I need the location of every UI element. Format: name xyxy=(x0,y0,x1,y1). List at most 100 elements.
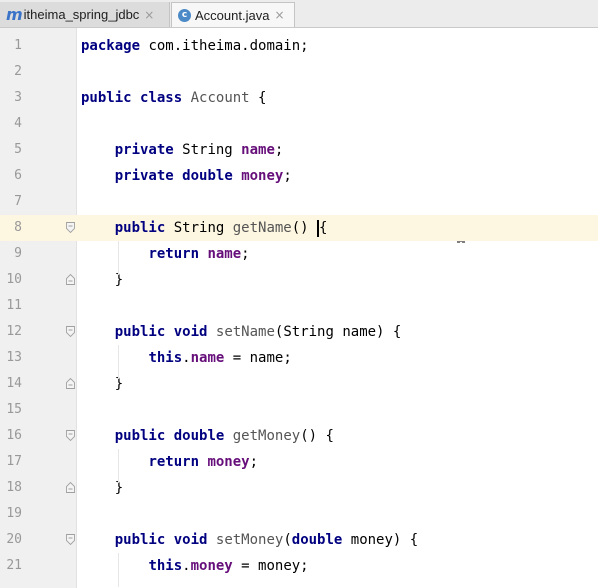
code-token: String xyxy=(165,220,233,236)
code-line[interactable]: 14 } xyxy=(0,371,598,397)
fold-start-icon[interactable] xyxy=(66,326,75,337)
fold-start-icon[interactable] xyxy=(66,534,75,545)
code-line[interactable]: 3 public class Account { xyxy=(0,85,598,111)
code-text[interactable]: public void setMoney(double money) { xyxy=(81,527,418,553)
code-line[interactable]: 20 public void setMoney(double money) { xyxy=(0,527,598,553)
code-line[interactable]: 8 public String getName() { xyxy=(0,215,598,241)
line-number: 11 xyxy=(6,298,22,313)
code-token: () { xyxy=(300,428,334,444)
code-identifier: getName xyxy=(232,220,292,236)
fold-start-icon[interactable] xyxy=(66,222,75,233)
code-line[interactable]: 6 private double money; xyxy=(0,163,598,189)
code-line[interactable]: 1 package com.itheima.domain; xyxy=(0,33,598,59)
code-keyword: void xyxy=(173,532,208,548)
code-field: money xyxy=(207,454,250,470)
code-identifier: Account xyxy=(190,90,250,106)
line-number: 19 xyxy=(6,506,22,521)
fold-end-icon[interactable] xyxy=(66,482,75,493)
code-field: money xyxy=(241,168,284,184)
line-number: 15 xyxy=(6,402,22,417)
close-icon[interactable]: × xyxy=(274,8,284,22)
code-editor[interactable]: 1 package com.itheima.domain; 2 3 public cla… xyxy=(0,28,598,588)
tab-label: Account.java xyxy=(195,7,270,23)
code-line[interactable]: 15 xyxy=(0,397,598,423)
code-text[interactable]: } xyxy=(81,267,123,293)
class-icon: c xyxy=(178,8,191,22)
code-keyword: double xyxy=(291,532,343,548)
line-number: 2 xyxy=(14,64,22,79)
code-text[interactable]: public String getName() { xyxy=(81,215,327,241)
code-line[interactable]: 19 xyxy=(0,501,598,527)
code-keyword: public xyxy=(114,220,166,236)
code-keyword: private xyxy=(114,168,174,184)
code-token: . xyxy=(182,350,191,366)
code-text[interactable]: } xyxy=(81,371,123,397)
tab-label: itheima_spring_jdbc xyxy=(23,7,140,22)
code-line[interactable]: 16 public double getMoney() { xyxy=(0,423,598,449)
code-line[interactable]: 2 xyxy=(0,59,598,85)
code-line[interactable]: 21 this.money = money; xyxy=(0,553,598,579)
code-token: com.itheima.domain; xyxy=(140,38,309,54)
code-line[interactable]: 18 } xyxy=(0,475,598,501)
code-text[interactable]: return money; xyxy=(81,449,258,475)
code-identifier: setName xyxy=(215,324,275,340)
code-line[interactable]: 17 return money; xyxy=(0,449,598,475)
line-number: 12 xyxy=(6,324,22,339)
code-token: ; xyxy=(274,142,284,158)
code-text[interactable]: public double getMoney() { xyxy=(81,423,334,449)
code-keyword: return xyxy=(148,246,200,262)
indent-guide xyxy=(118,553,119,587)
close-icon[interactable]: × xyxy=(144,8,154,22)
code-line[interactable]: 11 xyxy=(0,293,598,319)
code-line[interactable]: 9 return name; xyxy=(0,241,598,267)
line-number: 7 xyxy=(14,194,22,209)
tab-itheima-spring-jdbc[interactable]: m itheima_spring_jdbc × xyxy=(0,2,170,27)
code-text[interactable]: public void setName(String name) { xyxy=(81,319,402,345)
code-text[interactable]: package com.itheima.domain; xyxy=(81,33,309,59)
code-text[interactable]: this.money = money; xyxy=(81,553,308,579)
code-line[interactable]: 12 public void setName(String name) { xyxy=(0,319,598,345)
code-text[interactable]: private String name; xyxy=(81,137,284,163)
code-text[interactable]: } xyxy=(81,475,123,501)
code-text[interactable]: private double money; xyxy=(81,163,292,189)
indent-guide xyxy=(118,241,119,275)
fold-end-icon[interactable] xyxy=(66,274,75,285)
code-identifier: getMoney xyxy=(232,428,301,444)
fold-end-icon[interactable] xyxy=(66,378,75,389)
line-number: 4 xyxy=(14,116,22,131)
code-keyword: private xyxy=(114,142,174,158)
code-token: } xyxy=(81,376,124,392)
code-keyword: double xyxy=(182,168,233,184)
code-line[interactable]: 13 this.name = name; xyxy=(0,345,598,371)
code-line[interactable]: 4 xyxy=(0,111,598,137)
code-keyword: public xyxy=(114,532,166,548)
code-field: money xyxy=(190,558,233,574)
code-line[interactable]: 7 xyxy=(0,189,598,215)
tab-account-java[interactable]: c Account.java × xyxy=(171,2,295,27)
code-token: (String name) { xyxy=(274,324,402,340)
code-text[interactable]: return name; xyxy=(81,241,249,267)
code-keyword: void xyxy=(173,324,208,340)
fold-start-icon[interactable] xyxy=(66,430,75,441)
code-token: { xyxy=(249,90,267,106)
code-keyword: return xyxy=(148,454,200,470)
code-line[interactable]: 10 } xyxy=(0,267,598,293)
code-line[interactable]: 5 private String name; xyxy=(0,137,598,163)
code-keyword: double xyxy=(173,428,225,444)
line-number: 10 xyxy=(6,272,22,287)
code-text[interactable]: public class Account { xyxy=(81,85,266,111)
line-number: 21 xyxy=(6,558,22,573)
line-number: 5 xyxy=(14,142,22,157)
code-text[interactable]: this.name = name; xyxy=(81,345,291,371)
